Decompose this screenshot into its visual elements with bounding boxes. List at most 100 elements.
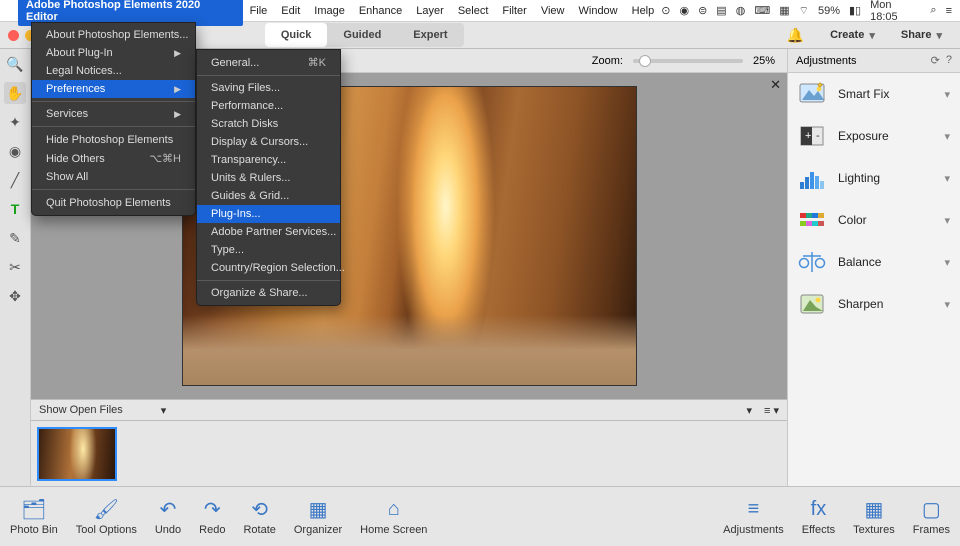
- adjust-exposure[interactable]: +-Exposure▾: [788, 115, 960, 157]
- chevron-down-icon: ▾: [944, 298, 950, 311]
- zoom-tool[interactable]: 🔍: [4, 53, 26, 75]
- menu-item[interactable]: Saving Files...: [197, 79, 340, 97]
- button-label: Organizer: [294, 524, 342, 536]
- button-label: Adjustments: [723, 524, 784, 536]
- crop-tool[interactable]: ✂: [4, 256, 26, 278]
- button-label: Rotate: [243, 524, 275, 536]
- menu-item[interactable]: Adobe Partner Services...: [197, 223, 340, 241]
- menu-icon[interactable]: ≡: [946, 5, 952, 17]
- rotate-button[interactable]: ⟲ Rotate: [243, 498, 275, 536]
- whiten-tool[interactable]: ╱: [4, 169, 26, 191]
- menu-layer[interactable]: Layer: [409, 5, 451, 17]
- menu-view[interactable]: View: [534, 5, 572, 17]
- menu-item-label: Performance...: [211, 100, 283, 112]
- frames-icon: ▢: [922, 498, 941, 522]
- adjust-color[interactable]: Color▾: [788, 199, 960, 241]
- menu-item[interactable]: Type...: [197, 241, 340, 259]
- menu-item[interactable]: Preferences▶: [32, 80, 195, 98]
- preferences-submenu: General...⌘K Saving Files... Performance..…: [196, 49, 341, 306]
- menu-item[interactable]: Organize & Share...: [197, 284, 340, 302]
- button-label: Undo: [155, 524, 181, 536]
- hand-tool[interactable]: ✋: [4, 82, 26, 104]
- create-button[interactable]: Create: [820, 24, 885, 47]
- adjust-lighting[interactable]: Lighting▾: [788, 157, 960, 199]
- close-image-button[interactable]: ✕: [770, 77, 781, 93]
- menu-item[interactable]: Hide Photoshop Elements^⌘H: [32, 130, 195, 149]
- adjust-label: Sharpen: [838, 297, 932, 311]
- menu-item[interactable]: Quit Photoshop Elements⌘Q: [32, 193, 195, 212]
- search-icon[interactable]: ⌕: [930, 4, 936, 17]
- menu-help[interactable]: Help: [625, 5, 662, 17]
- menu-item[interactable]: About Photoshop Elements...: [32, 26, 195, 44]
- menu-item[interactable]: Guides & Grid...: [197, 187, 340, 205]
- menu-item-label: Type...: [211, 244, 244, 256]
- mac-status: ⊙ ◉ ⊜ ▤ ◍ ⌨ ▦ ⌔ 59% ▮▯ Mon 18:05 ⌕ ≡: [661, 0, 952, 23]
- redeye-tool[interactable]: ◉: [4, 140, 26, 162]
- menu-item[interactable]: Country/Region Selection...: [197, 259, 340, 277]
- menu-item[interactable]: Hide Others⌥⌘H: [32, 149, 195, 168]
- menu-item-label: Quit Photoshop Elements: [46, 197, 171, 209]
- quick-select-tool[interactable]: ✦: [4, 111, 26, 133]
- text-tool[interactable]: T: [4, 198, 26, 220]
- thumbnail[interactable]: [37, 427, 117, 481]
- close-icon[interactable]: [8, 30, 19, 41]
- chevron-down-icon: ▾: [944, 256, 950, 269]
- menu-item[interactable]: Plug-Ins...: [197, 205, 340, 223]
- redo-icon: ↷: [204, 498, 221, 522]
- menu-select[interactable]: Select: [451, 5, 496, 17]
- tab-expert[interactable]: Expert: [397, 23, 463, 47]
- menu-item[interactable]: Performance...: [197, 97, 340, 115]
- move-tool[interactable]: ✥: [4, 285, 26, 307]
- home-button[interactable]: ⌂Home Screen: [360, 498, 427, 536]
- menu-item[interactable]: About Plug-In▶: [32, 44, 195, 62]
- menu-item[interactable]: Show All: [32, 168, 195, 186]
- reset-icon[interactable]: ⟳: [931, 54, 940, 67]
- flag-icon: ▦: [779, 4, 789, 17]
- tool-options-button[interactable]: 🖌Tool Options: [76, 498, 137, 536]
- menu-image[interactable]: Image: [307, 5, 352, 17]
- adjust-sharpen[interactable]: Sharpen ▾: [788, 283, 960, 325]
- menu-item[interactable]: Services▶: [32, 105, 195, 123]
- bell-icon[interactable]: 🔔: [787, 27, 804, 44]
- menu-file[interactable]: File: [243, 5, 275, 17]
- menu-enhance[interactable]: Enhance: [352, 5, 409, 17]
- app-menu-dropdown: About Photoshop Elements...About Plug-In…: [31, 22, 196, 216]
- menu-item[interactable]: Units & Rulers...: [197, 169, 340, 187]
- shortcut: ⌥⌘H: [121, 152, 181, 165]
- organizer-button[interactable]: ▦Organizer: [294, 498, 342, 536]
- zoom-slider[interactable]: [633, 59, 743, 63]
- menu-item-label: Adobe Partner Services...: [211, 226, 336, 238]
- help-icon[interactable]: ?: [946, 54, 952, 67]
- frames-button[interactable]: ▢Frames: [913, 498, 950, 536]
- tab-quick[interactable]: Quick: [265, 23, 328, 47]
- menu-item[interactable]: Scratch Disks: [197, 115, 340, 133]
- sort-icon[interactable]: ≡ ▾: [764, 404, 779, 417]
- effects-button[interactable]: fxEffects: [802, 498, 835, 536]
- tab-guided[interactable]: Guided: [327, 23, 397, 47]
- adjustments-panel: Adjustments ⟳? Smart Fix▾+-Exposure▾Ligh…: [787, 49, 960, 486]
- undo-button[interactable]: ↶Undo: [155, 498, 181, 536]
- share-button[interactable]: Share: [891, 24, 952, 47]
- photo-bin-button[interactable]: 🗂Photo Bin: [10, 498, 58, 536]
- menu-item-label: Units & Rulers...: [211, 172, 290, 184]
- button-label: Home Screen: [360, 524, 427, 536]
- healing-tool[interactable]: ✎: [4, 227, 26, 249]
- menu-item-label: About Plug-In: [46, 47, 113, 59]
- redo-button[interactable]: ↷Redo: [199, 498, 225, 536]
- textures-button[interactable]: ▦Textures: [853, 498, 895, 536]
- menu-filter[interactable]: Filter: [495, 5, 533, 17]
- rotate-icon: ⟲: [251, 498, 268, 522]
- menu-item[interactable]: Transparency...: [197, 151, 340, 169]
- layout-dropdown[interactable]: [740, 404, 758, 417]
- adjust-balance[interactable]: Balance▾: [788, 241, 960, 283]
- adjust-smart-fix[interactable]: Smart Fix▾: [788, 73, 960, 115]
- menu-edit[interactable]: Edit: [274, 5, 307, 17]
- chevron-down-icon[interactable]: ▾: [123, 404, 167, 417]
- menu-item[interactable]: Legal Notices...: [32, 62, 195, 80]
- smart-fix-icon: [798, 80, 826, 108]
- menu-window[interactable]: Window: [572, 5, 625, 17]
- shortcut: ⌘K: [280, 56, 326, 69]
- adjustments-button[interactable]: ≡Adjustments: [723, 498, 784, 536]
- menu-item[interactable]: General...⌘K: [197, 53, 340, 72]
- menu-item[interactable]: Display & Cursors...: [197, 133, 340, 151]
